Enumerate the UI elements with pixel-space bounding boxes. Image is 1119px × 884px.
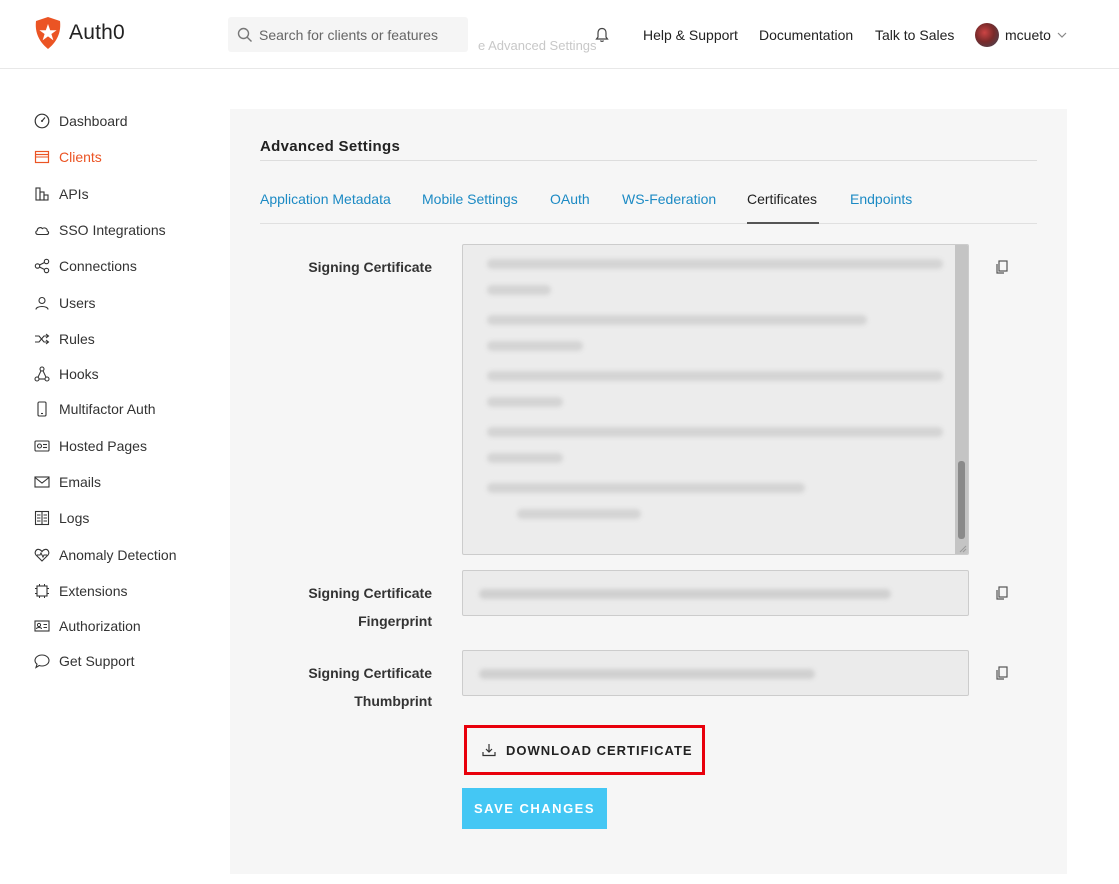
label-text: Signing Certificate	[308, 259, 432, 275]
id-card-icon	[33, 617, 51, 635]
search-box[interactable]	[228, 17, 468, 52]
sidebar-item-hooks[interactable]: Hooks	[33, 363, 99, 385]
chevron-down-icon	[1057, 32, 1067, 38]
scrollbar-thumb[interactable]	[958, 461, 965, 539]
download-icon	[482, 744, 496, 757]
clients-icon	[33, 148, 51, 166]
nav-help-support[interactable]: Help & Support	[643, 27, 738, 43]
heart-pulse-icon	[33, 546, 51, 564]
active-tab-indicator	[747, 222, 819, 224]
sidebar-item-label: Users	[59, 295, 96, 311]
divider	[260, 160, 1037, 161]
sidebar-item-rules[interactable]: Rules	[33, 328, 95, 350]
copy-icon[interactable]	[994, 585, 1010, 601]
sidebar-item-label: Anomaly Detection	[59, 547, 177, 563]
sidebar-item-label: Multifactor Auth	[59, 401, 156, 417]
advanced-settings-panel: Advanced Settings Application Metadata M…	[230, 109, 1067, 874]
download-certificate-button[interactable]: DOWNLOAD CERTIFICATE	[472, 733, 697, 767]
sidebar-item-logs[interactable]: Logs	[33, 507, 89, 529]
tab-application-metadata[interactable]: Application Metadata	[260, 191, 391, 207]
tab-endpoints[interactable]: Endpoints	[850, 191, 912, 207]
sidebar-item-label: Extensions	[59, 583, 128, 599]
tab-oauth[interactable]: OAuth	[550, 191, 590, 207]
tab-certificates[interactable]: Certificates	[747, 191, 817, 207]
tab-mobile-settings[interactable]: Mobile Settings	[422, 191, 518, 207]
sidebar-item-sso-integrations[interactable]: SSO Integrations	[33, 219, 166, 241]
search-input[interactable]	[259, 26, 459, 43]
thumbprint-label: Signing Certificate Thumbprint	[222, 659, 432, 715]
sidebar-item-label: Get Support	[59, 653, 135, 669]
sidebar-item-label: Emails	[59, 474, 102, 490]
apis-icon	[33, 185, 51, 203]
sidebar-item-label: Connections	[59, 258, 137, 274]
avatar	[975, 23, 999, 47]
label-text: Thumbprint	[354, 693, 432, 709]
sidebar-item-clients[interactable]: Clients	[33, 146, 102, 168]
notifications-bell-icon[interactable]	[595, 27, 609, 48]
search-icon	[237, 27, 252, 42]
username: mcueto	[1005, 27, 1051, 43]
fingerprint-field[interactable]	[462, 570, 969, 616]
sidebar-item-authorization[interactable]: Authorization	[33, 615, 141, 637]
phone-icon	[33, 400, 51, 418]
copy-icon[interactable]	[994, 259, 1010, 275]
extensions-icon	[33, 582, 51, 600]
thumbprint-field[interactable]	[462, 650, 969, 696]
tab-ws-federation[interactable]: WS-Federation	[622, 191, 716, 207]
signing-certificate-textarea[interactable]	[462, 244, 969, 555]
dashboard-icon	[33, 112, 51, 130]
sidebar-item-label: Hooks	[59, 366, 99, 382]
hosted-pages-icon	[33, 437, 51, 455]
sidebar-item-emails[interactable]: Emails	[33, 471, 101, 493]
resize-handle-icon[interactable]	[959, 545, 967, 553]
copy-icon[interactable]	[994, 665, 1010, 681]
auth0-logo[interactable]: Auth0	[33, 16, 125, 50]
top-header: Auth0 e Advanced Settings Help & Support…	[0, 0, 1119, 69]
auth0-shield-icon	[35, 17, 61, 49]
chat-icon	[33, 652, 51, 670]
sidebar-item-label: APIs	[59, 186, 89, 202]
sidebar-item-apis[interactable]: APIs	[33, 183, 89, 205]
save-changes-button[interactable]: SAVE CHANGES	[462, 788, 607, 829]
logs-icon	[33, 509, 51, 527]
sidebar-item-dashboard[interactable]: Dashboard	[33, 110, 128, 132]
sidebar-item-users[interactable]: Users	[33, 292, 96, 314]
sidebar-item-label: SSO Integrations	[59, 222, 166, 238]
download-label: DOWNLOAD CERTIFICATE	[506, 742, 693, 758]
label-text: Signing Certificate	[308, 585, 432, 601]
label-text: Fingerprint	[358, 613, 432, 629]
hooks-icon	[33, 365, 51, 383]
sidebar-item-extensions[interactable]: Extensions	[33, 580, 127, 602]
highlight-box: DOWNLOAD CERTIFICATE	[464, 725, 705, 775]
sidebar-item-label: Logs	[59, 510, 90, 526]
sidebar-item-label: Clients	[59, 149, 102, 165]
sidebar-item-connections[interactable]: Connections	[33, 255, 137, 277]
section-title: Advanced Settings	[260, 138, 401, 155]
settings-tabs: Application Metadata Mobile Settings OAu…	[260, 188, 1037, 224]
sidebar-item-anomaly-detection[interactable]: Anomaly Detection	[33, 544, 177, 566]
rules-icon	[33, 330, 51, 348]
label-text: Signing Certificate	[308, 665, 432, 681]
breadcrumb-ghost-text: e Advanced Settings	[478, 38, 597, 53]
user-menu[interactable]: mcueto	[975, 23, 1067, 47]
connections-icon	[33, 257, 51, 275]
sidebar-item-label: Rules	[59, 331, 95, 347]
fingerprint-label: Signing Certificate Fingerprint	[222, 579, 432, 635]
sidebar-item-multifactor-auth[interactable]: Multifactor Auth	[33, 398, 156, 420]
sidebar-item-label: Hosted Pages	[59, 438, 147, 454]
brand-name: Auth0	[69, 21, 125, 44]
cloud-icon	[33, 221, 51, 239]
sidebar-item-hosted-pages[interactable]: Hosted Pages	[33, 435, 147, 457]
sidebar-item-label: Authorization	[59, 618, 141, 634]
sidebar-item-label: Dashboard	[59, 113, 128, 129]
nav-talk-to-sales[interactable]: Talk to Sales	[875, 27, 954, 43]
users-icon	[33, 294, 51, 312]
signing-certificate-label: Signing Certificate	[222, 253, 432, 281]
sidebar-item-get-support[interactable]: Get Support	[33, 650, 135, 672]
nav-documentation[interactable]: Documentation	[759, 27, 853, 43]
scrollbar[interactable]	[955, 245, 968, 554]
email-icon	[33, 473, 51, 491]
